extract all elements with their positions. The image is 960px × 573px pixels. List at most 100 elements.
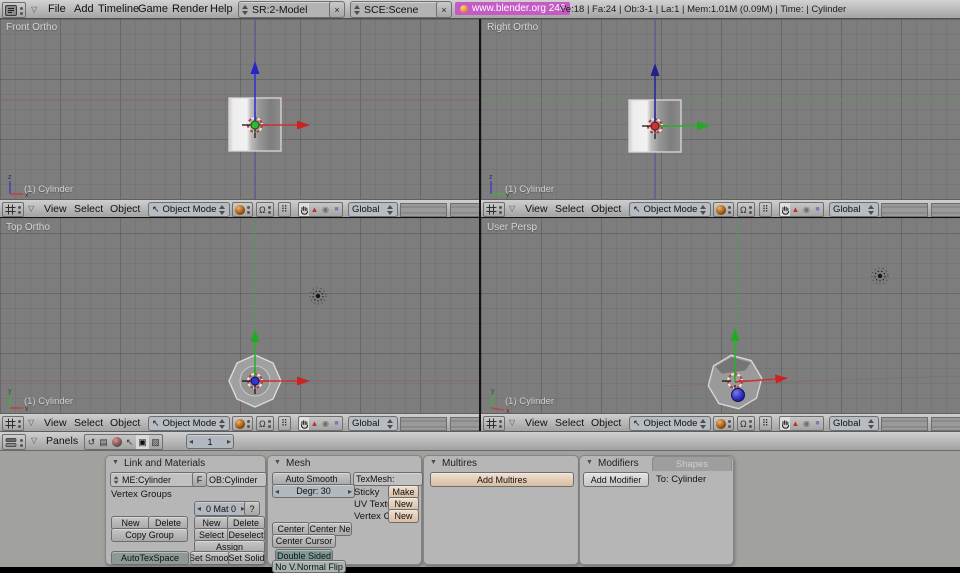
- layer-grid-1[interactable]: [400, 417, 447, 431]
- menu-timeline[interactable]: Timeline: [96, 0, 141, 18]
- layer-cell[interactable]: [918, 206, 927, 208]
- step-left-icon[interactable]: ◂: [275, 487, 279, 496]
- copy-group-button[interactable]: Copy Group: [111, 528, 188, 542]
- material-help-button[interactable]: ?: [244, 501, 260, 516]
- layer-cell[interactable]: [950, 206, 959, 208]
- layer-cell[interactable]: [437, 206, 446, 208]
- mesh-datablock-field[interactable]: ME:Cylinder: [110, 472, 197, 487]
- panel-collapse-icon[interactable]: ▼: [274, 459, 281, 466]
- scene-delete-button[interactable]: ×: [436, 1, 452, 18]
- viewport-right[interactable]: zy Right Ortho (1) Cylinder ▽ View Selec…: [481, 18, 960, 217]
- layer-grid-1[interactable]: [881, 203, 928, 217]
- collapse-menus-icon[interactable]: ▽: [509, 201, 515, 216]
- menu-view[interactable]: View: [42, 201, 69, 216]
- menu-add[interactable]: Add: [72, 0, 96, 18]
- layer-grid-2[interactable]: [931, 417, 960, 431]
- viewport-top[interactable]: yx Top Ortho (1) Cylinder ▽ View Select …: [0, 218, 479, 431]
- add-multires-button[interactable]: Add Multires: [430, 472, 574, 487]
- mode-dropdown[interactable]: ↖ Object Mode: [629, 202, 711, 217]
- vertex-color-new-button[interactable]: New: [388, 509, 419, 523]
- layer-cell[interactable]: [410, 206, 419, 208]
- manipulator-combo-button[interactable]: ■: [812, 416, 824, 431]
- collapse-menus-icon[interactable]: ▽: [28, 201, 34, 216]
- layer-cell[interactable]: [918, 212, 927, 214]
- layer-cell[interactable]: [460, 212, 469, 214]
- layer-cell[interactable]: [401, 212, 410, 214]
- menu-select[interactable]: Select: [72, 415, 105, 430]
- menu-select[interactable]: Select: [553, 415, 586, 430]
- layer-cell[interactable]: [882, 420, 891, 422]
- layer-cell[interactable]: [918, 426, 927, 428]
- set-solid-button[interactable]: Set Solid: [228, 551, 265, 565]
- pivot-dropdown[interactable]: Ω: [737, 202, 755, 217]
- layer-cell[interactable]: [469, 426, 478, 428]
- context-shading-button[interactable]: [110, 434, 124, 450]
- layer-cell[interactable]: [428, 420, 437, 422]
- manipulator-combo-button[interactable]: ■: [812, 202, 824, 217]
- menu-object[interactable]: Object: [108, 201, 142, 216]
- set-smooth-button[interactable]: Set Smoot: [190, 551, 230, 565]
- step-right-icon[interactable]: ▸: [348, 487, 352, 496]
- layer-cell[interactable]: [918, 420, 927, 422]
- add-modifier-button[interactable]: Add Modifier: [583, 472, 649, 487]
- layer-cell[interactable]: [469, 420, 478, 422]
- panel-collapse-icon[interactable]: ▼: [430, 459, 437, 466]
- layer-cell[interactable]: [460, 426, 469, 428]
- snap-button[interactable]: ⠿: [278, 202, 291, 217]
- editor-type-button[interactable]: [483, 416, 505, 431]
- layer-cell[interactable]: [437, 420, 446, 422]
- window-type-button[interactable]: [2, 2, 26, 18]
- orientation-dropdown[interactable]: Global: [829, 202, 879, 217]
- layer-cell[interactable]: [437, 426, 446, 428]
- layer-cell[interactable]: [419, 212, 428, 214]
- layer-cell[interactable]: [909, 206, 918, 208]
- orientation-dropdown[interactable]: Global: [829, 416, 879, 431]
- orientation-dropdown[interactable]: Global: [348, 202, 398, 217]
- fake-user-button[interactable]: F: [192, 472, 207, 487]
- viewport-front[interactable]: zx Front Ortho (1) Cylinder ▽ View Selec…: [0, 18, 479, 217]
- layer-cell[interactable]: [932, 426, 941, 428]
- tab-modifiers[interactable]: Modifiers: [598, 458, 639, 469]
- editor-type-button[interactable]: [483, 202, 505, 217]
- layer-cell[interactable]: [882, 426, 891, 428]
- layer-cell[interactable]: [469, 206, 478, 208]
- layer-cell[interactable]: [419, 426, 428, 428]
- pivot-dropdown[interactable]: Ω: [737, 416, 755, 431]
- manipulator-combo-button[interactable]: ■: [331, 202, 343, 217]
- layer-cell[interactable]: [891, 212, 900, 214]
- layer-cell[interactable]: [932, 420, 941, 422]
- layer-cell[interactable]: [401, 206, 410, 208]
- degrees-stepper[interactable]: ◂ Degr: 30 ▸: [272, 484, 355, 498]
- layer-cell[interactable]: [410, 212, 419, 214]
- editor-type-button[interactable]: [2, 434, 26, 450]
- texmesh-field[interactable]: TexMesh:: [353, 472, 423, 486]
- editor-type-button[interactable]: [2, 416, 24, 431]
- scene-selector[interactable]: SCE:Scene: [350, 1, 440, 18]
- layer-cell[interactable]: [460, 420, 469, 422]
- viewport-front-canvas[interactable]: zx Front Ortho (1) Cylinder: [0, 18, 479, 200]
- layer-cell[interactable]: [428, 206, 437, 208]
- step-left-icon[interactable]: ◂: [197, 504, 201, 513]
- menu-view[interactable]: View: [523, 415, 550, 430]
- screen-selector[interactable]: SR:2-Model: [238, 1, 334, 18]
- mode-dropdown[interactable]: ↖ Object Mode: [629, 416, 711, 431]
- shading-dropdown[interactable]: [232, 416, 253, 431]
- menu-render[interactable]: Render: [170, 0, 210, 18]
- layer-cell[interactable]: [410, 420, 419, 422]
- screen-delete-button[interactable]: ×: [329, 1, 345, 18]
- snap-button[interactable]: ⠿: [278, 416, 291, 431]
- snap-button[interactable]: ⠿: [759, 202, 772, 217]
- context-scene-button[interactable]: ▨: [149, 434, 163, 450]
- collapse-menus-icon[interactable]: ▽: [31, 0, 37, 18]
- frame-number-field[interactable]: ◂ 1 ▸: [186, 434, 234, 449]
- layer-cell[interactable]: [419, 420, 428, 422]
- layer-cell[interactable]: [900, 212, 909, 214]
- panel-collapse-icon[interactable]: ▼: [586, 459, 593, 466]
- context-object-button[interactable]: ↖: [123, 434, 137, 450]
- layer-cell[interactable]: [451, 426, 460, 428]
- collapse-menus-icon[interactable]: ▽: [509, 415, 515, 430]
- menu-file[interactable]: File: [46, 0, 68, 18]
- layer-cell[interactable]: [941, 420, 950, 422]
- layer-cell[interactable]: [460, 206, 469, 208]
- layer-cell[interactable]: [478, 212, 479, 214]
